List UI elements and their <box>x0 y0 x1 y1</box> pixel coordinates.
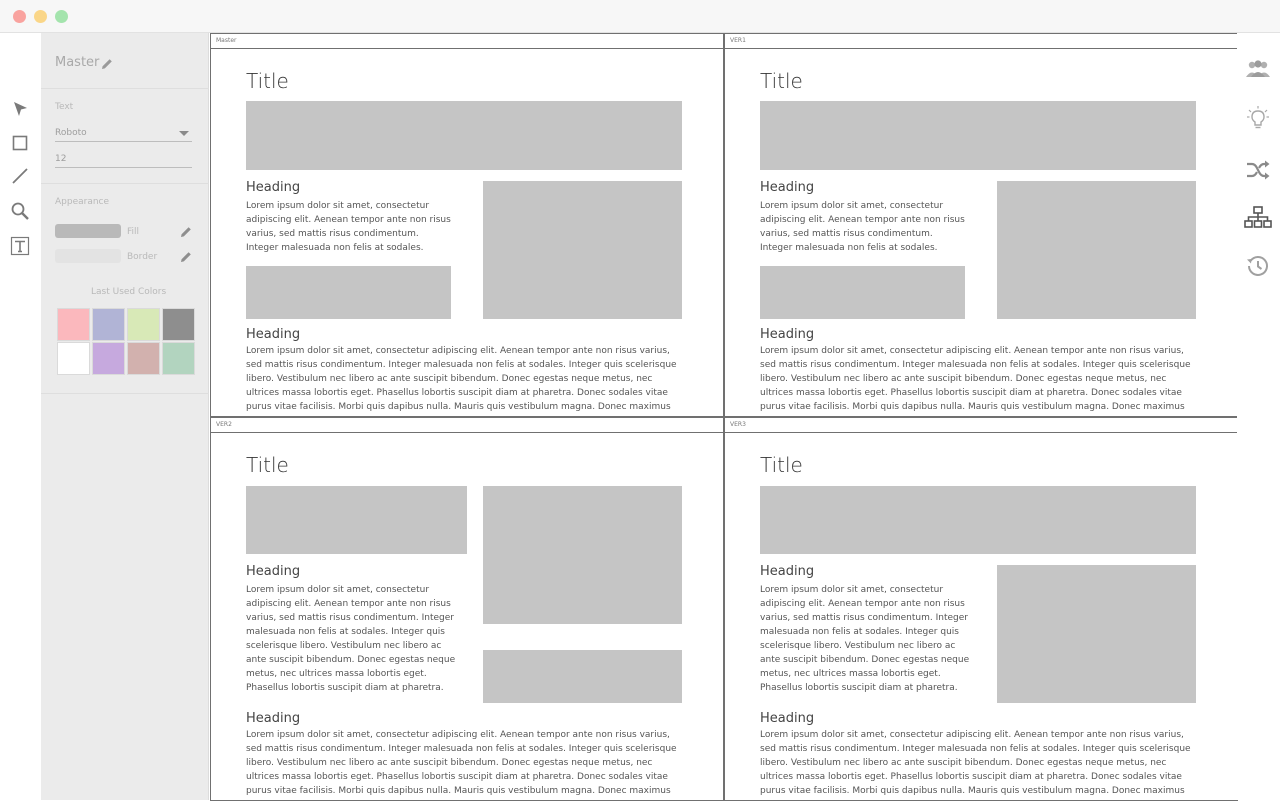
frame-paragraph: Lorem ipsum dolor sit amet, consectetur … <box>246 201 451 253</box>
appearance-label: Appearance <box>55 197 110 207</box>
sitemap-icon[interactable] <box>1243 202 1273 232</box>
font-family-select[interactable]: Roboto <box>55 126 192 142</box>
border-swatch[interactable] <box>55 249 121 263</box>
color-swatch[interactable] <box>57 308 90 341</box>
minimize-window-button[interactable] <box>34 10 47 23</box>
frame-title: Title <box>760 453 803 477</box>
chevron-down-icon <box>179 131 189 136</box>
frame-title: Title <box>760 69 803 93</box>
close-window-button[interactable] <box>13 10 26 23</box>
image-placeholder <box>483 650 682 703</box>
master-name: Master <box>55 55 100 70</box>
image-placeholder <box>760 266 965 319</box>
border-eyedropper-icon[interactable] <box>179 249 193 268</box>
color-swatch[interactable] <box>162 308 195 341</box>
rectangle-icon[interactable] <box>8 131 32 155</box>
frame-label: VER3 <box>730 421 746 428</box>
frame-paragraph: Lorem ipsum dolor sit amet, consectetur … <box>760 585 970 693</box>
frame-title: Title <box>246 453 289 477</box>
frame-heading: Heading <box>246 564 301 579</box>
font-family-value: Roboto <box>55 128 87 138</box>
color-swatch[interactable] <box>127 342 160 375</box>
frame-paragraph: Lorem ipsum dolor sit amet, consectetur … <box>760 346 1191 412</box>
color-swatch[interactable] <box>57 342 90 375</box>
frame-heading: Heading <box>246 180 301 195</box>
frame-heading: Heading <box>760 327 815 342</box>
color-swatch[interactable] <box>162 342 195 375</box>
lightbulb-icon[interactable] <box>1243 103 1273 133</box>
frame-header: VER1 <box>725 34 1237 49</box>
frame-ver1[interactable]: VER1 Title Heading Lorem ipsum dolor sit… <box>724 33 1238 417</box>
image-placeholder <box>246 101 682 170</box>
text-section: Text Roboto 12 <box>41 89 209 184</box>
fill-eyedropper-icon[interactable] <box>179 224 193 243</box>
frame-paragraph: Lorem ipsum dolor sit amet, consectetur … <box>246 585 456 693</box>
frame-title: Title <box>246 69 289 93</box>
image-placeholder <box>997 565 1196 703</box>
zoom-window-button[interactable] <box>55 10 68 23</box>
image-placeholder <box>483 486 682 624</box>
history-icon[interactable] <box>1243 251 1273 281</box>
image-placeholder <box>246 266 451 319</box>
last-used-colors-label: Last Used Colors <box>91 287 167 297</box>
properties-panel: Master Text Roboto 12 Appearance Fill Bo… <box>41 33 209 800</box>
tool-rail <box>0 33 41 800</box>
edit-master-name-icon[interactable] <box>100 56 114 75</box>
frame-paragraph: Lorem ipsum dolor sit amet, consectetur … <box>760 730 1191 796</box>
frame-paragraph: Lorem ipsum dolor sit amet, consectetur … <box>760 201 965 253</box>
text-section-label: Text <box>55 102 74 112</box>
window-titlebar <box>0 0 1280 33</box>
frame-label: VER2 <box>216 421 232 428</box>
frame-header: Master <box>211 34 723 49</box>
frame-ver2[interactable]: VER2 Title Heading Lorem ipsum dolor sit… <box>210 417 724 801</box>
image-placeholder <box>760 101 1196 170</box>
frame-header: VER3 <box>725 418 1237 433</box>
font-size-field[interactable]: 12 <box>55 152 192 168</box>
text-tool-icon[interactable] <box>8 234 32 258</box>
pointer-icon[interactable] <box>8 97 32 121</box>
fill-swatch[interactable] <box>55 224 121 238</box>
frame-heading: Heading <box>760 564 815 579</box>
frame-header: VER2 <box>211 418 723 433</box>
image-placeholder <box>246 486 467 554</box>
fill-label: Fill <box>127 227 140 237</box>
frame-label: Master <box>216 37 237 44</box>
frame-master[interactable]: Master Title Heading Lorem ipsum dolor s… <box>210 33 724 417</box>
image-placeholder <box>483 181 682 319</box>
frame-heading: Heading <box>760 711 815 726</box>
frame-label: VER1 <box>730 37 746 44</box>
line-icon[interactable] <box>8 164 32 188</box>
zoom-icon[interactable] <box>8 199 32 223</box>
right-tool-rail <box>1237 33 1280 800</box>
color-swatch[interactable] <box>92 342 125 375</box>
font-size-value: 12 <box>55 154 67 164</box>
frame-heading: Heading <box>246 711 301 726</box>
frame-paragraph: Lorem ipsum dolor sit amet, consectetur … <box>246 730 677 796</box>
frame-heading: Heading <box>246 327 301 342</box>
color-swatch[interactable] <box>92 308 125 341</box>
border-label: Border <box>127 252 158 262</box>
frame-paragraph: Lorem ipsum dolor sit amet, consectetur … <box>246 346 677 412</box>
people-icon[interactable] <box>1243 54 1273 84</box>
shuffle-icon[interactable] <box>1243 155 1273 185</box>
frame-ver3[interactable]: VER3 Title Heading Lorem ipsum dolor sit… <box>724 417 1238 801</box>
frame-heading: Heading <box>760 180 815 195</box>
design-canvas[interactable]: Master Title Heading Lorem ipsum dolor s… <box>209 33 1238 801</box>
master-section: Master <box>41 33 209 89</box>
image-placeholder <box>997 181 1196 319</box>
color-swatch[interactable] <box>127 308 160 341</box>
image-placeholder <box>760 486 1196 554</box>
